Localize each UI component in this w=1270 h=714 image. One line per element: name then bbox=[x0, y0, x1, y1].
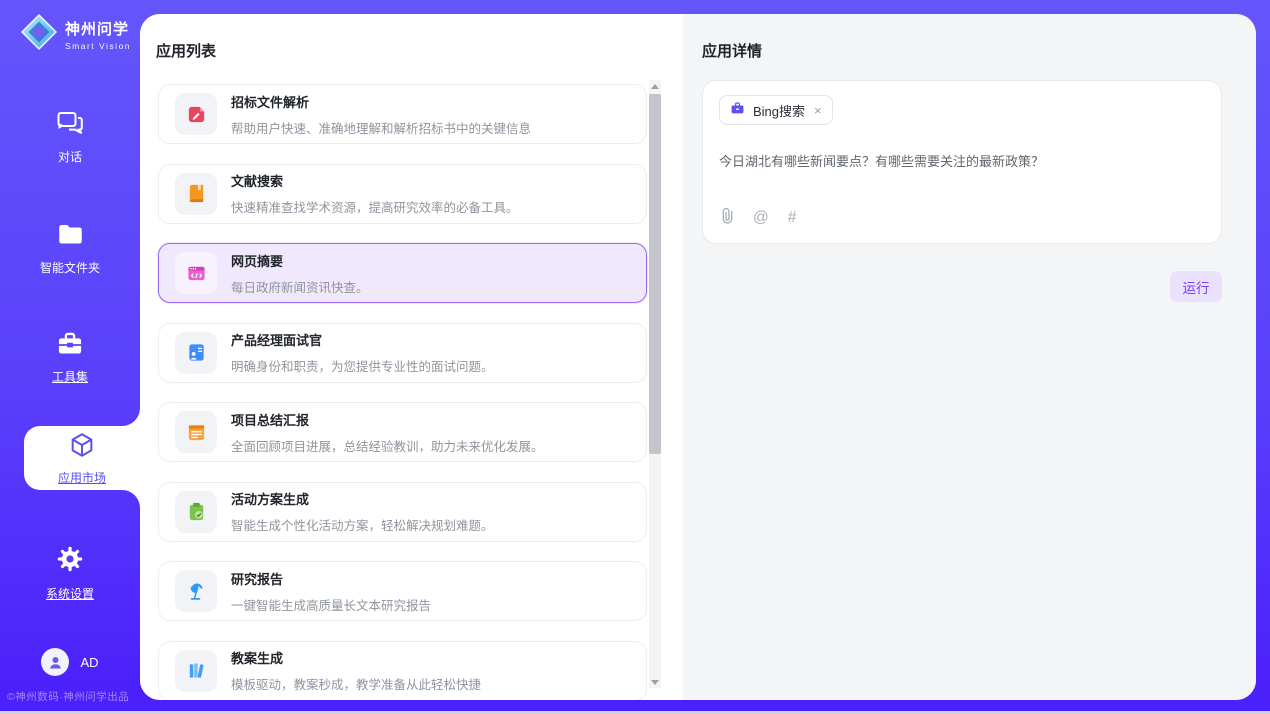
app-list-title: 应用列表 bbox=[156, 40, 216, 61]
avatar bbox=[41, 648, 69, 676]
folder-icon bbox=[57, 222, 84, 252]
tool-chip-bing-search[interactable]: Bing搜索 × bbox=[719, 95, 833, 125]
scroll-up-icon[interactable] bbox=[649, 80, 661, 92]
app-name: 产品经理面试官 bbox=[231, 330, 494, 349]
sidebar-item-label: 系统设置 bbox=[46, 585, 94, 602]
sidebar-item-smart-folder[interactable]: 智能文件夹 bbox=[0, 222, 140, 276]
prompt-toolbar: @ # bbox=[721, 206, 796, 230]
app-name: 研究报告 bbox=[231, 569, 431, 588]
paperclip-icon[interactable] bbox=[721, 206, 734, 230]
sidebar-item-chat[interactable]: 对话 bbox=[0, 110, 140, 165]
list-item-tender-analysis[interactable]: 招标文件解析 帮助用户快速、准确地理解和解析招标书中的关键信息 bbox=[158, 84, 647, 144]
edit-square-icon bbox=[175, 93, 217, 135]
sidebar-item-label: 工具集 bbox=[52, 368, 88, 385]
app-list: 招标文件解析 帮助用户快速、准确地理解和解析招标书中的关键信息 文献搜索 快速精… bbox=[158, 84, 647, 700]
run-button[interactable]: 运行 bbox=[1170, 271, 1222, 302]
cube-icon bbox=[68, 431, 96, 464]
sidebar-item-label: 对话 bbox=[58, 148, 82, 165]
prompt-card: Bing搜索 × 今日湖北有哪些新闻要点？有哪些需要关注的最新政策？ @ # bbox=[702, 80, 1222, 244]
app-desc: 全面回顾项目进展，总结经验教训，助力未来优化发展。 bbox=[231, 436, 544, 455]
sidebar-item-label: 智能文件夹 bbox=[40, 259, 100, 276]
app-desc: 模板驱动，教案秒成，教学准备从此轻松快捷 bbox=[231, 674, 481, 693]
list-item-literature-search[interactable]: 文献搜索 快速精准查找学术资源，提高研究效率的必备工具。 bbox=[158, 164, 647, 224]
scroll-down-icon[interactable] bbox=[649, 676, 661, 688]
close-icon[interactable]: × bbox=[814, 104, 822, 117]
sidebar-item-toolset[interactable]: 工具集 bbox=[0, 330, 140, 385]
memo-icon bbox=[175, 411, 217, 453]
books-icon bbox=[175, 650, 217, 692]
toolbox-icon bbox=[56, 330, 84, 361]
at-sign-icon[interactable]: @ bbox=[753, 209, 769, 227]
app-desc: 帮助用户快速、准确地理解和解析招标书中的关键信息 bbox=[231, 118, 531, 137]
list-item-pm-interviewer[interactable]: 产品经理面试官 明确身份和职责，为您提供专业性的面试问题。 bbox=[158, 323, 647, 383]
app-name: 网页摘要 bbox=[231, 251, 369, 270]
app-desc: 智能生成个性化活动方案，轻松解决规划难题。 bbox=[231, 515, 494, 534]
main-container: 应用列表 招标文件解析 帮助用户快速、准确地理解和解析招标书中的关键信息 bbox=[140, 14, 1256, 700]
brand-name: 神州问学 bbox=[65, 18, 131, 39]
gear-icon bbox=[56, 545, 84, 578]
scrollbar[interactable] bbox=[649, 80, 661, 688]
app-list-panel: 应用列表 招标文件解析 帮助用户快速、准确地理解和解析招标书中的关键信息 bbox=[140, 14, 683, 700]
book-icon bbox=[175, 173, 217, 215]
user-account[interactable]: AD bbox=[0, 648, 140, 676]
app-desc: 快速精准查找学术资源，提高研究效率的必备工具。 bbox=[231, 197, 519, 216]
list-item-web-summary[interactable]: 网页摘要 每日政府新闻资讯快查。 bbox=[158, 243, 647, 303]
app-name: 文献搜索 bbox=[231, 171, 519, 190]
sidebar: 神州问学 Smart Vision 对话 智能文件夹 bbox=[0, 0, 140, 714]
app-name: 项目总结汇报 bbox=[231, 410, 544, 429]
chat-icon bbox=[56, 110, 84, 141]
app-desc: 一键智能生成高质量长文本研究报告 bbox=[231, 595, 431, 614]
list-item-project-summary[interactable]: 项目总结汇报 全面回顾项目进展，总结经验教训，助力未来优化发展。 bbox=[158, 402, 647, 462]
brand-logo: 神州问学 Smart Vision bbox=[20, 13, 131, 56]
sidebar-item-settings[interactable]: 系统设置 bbox=[0, 545, 140, 602]
tool-chip-label: Bing搜索 bbox=[753, 101, 805, 120]
copyright-text: ©神州数码·神州问学出品 bbox=[7, 689, 129, 704]
app-detail-title: 应用详情 bbox=[702, 40, 762, 61]
hash-icon[interactable]: # bbox=[788, 209, 797, 227]
list-item-lesson-plan[interactable]: 教案生成 模板驱动，教案秒成，教学准备从此轻松快捷 bbox=[158, 641, 647, 701]
sidebar-item-label: 应用市场 bbox=[58, 469, 106, 486]
user-name: AD bbox=[80, 655, 98, 670]
scrollbar-thumb[interactable] bbox=[649, 94, 661, 454]
app-detail-panel: 应用详情 Bing搜索 × 今日湖北有哪些新闻要点？有哪些需要关注的最新政策？ bbox=[683, 14, 1256, 700]
sidebar-item-app-market[interactable]: 应用市场 bbox=[24, 426, 140, 490]
app-name: 教案生成 bbox=[231, 648, 481, 667]
prompt-input[interactable]: 今日湖北有哪些新闻要点？有哪些需要关注的最新政策？ bbox=[719, 151, 1205, 170]
app-name: 活动方案生成 bbox=[231, 489, 494, 508]
research-icon bbox=[175, 570, 217, 612]
briefcase-icon bbox=[730, 101, 745, 120]
clipboard-check-icon bbox=[175, 491, 217, 533]
resume-icon bbox=[175, 332, 217, 374]
browser-code-icon bbox=[175, 252, 217, 294]
list-item-event-plan[interactable]: 活动方案生成 智能生成个性化活动方案，轻松解决规划难题。 bbox=[158, 482, 647, 542]
app-desc: 每日政府新闻资讯快查。 bbox=[231, 277, 369, 296]
brand-diamond-icon bbox=[20, 13, 58, 56]
app-desc: 明确身份和职责，为您提供专业性的面试问题。 bbox=[231, 356, 494, 375]
brand-subtitle: Smart Vision bbox=[65, 41, 131, 51]
app-name: 招标文件解析 bbox=[231, 92, 531, 111]
list-item-research-report[interactable]: 研究报告 一键智能生成高质量长文本研究报告 bbox=[158, 561, 647, 621]
